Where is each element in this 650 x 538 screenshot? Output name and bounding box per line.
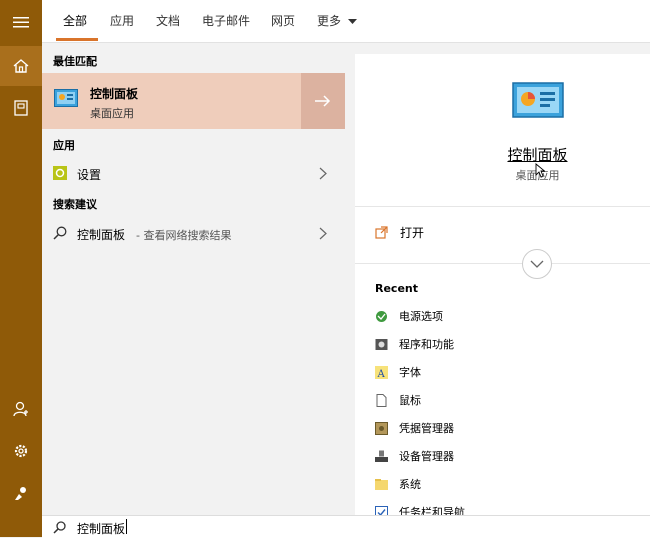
recent-item[interactable]: 鼠标	[375, 390, 421, 410]
settings-app-icon	[53, 166, 67, 180]
suggestions-heading: 搜索建议	[53, 198, 97, 211]
recent-item[interactable]: 系统	[375, 474, 421, 494]
app-item-label: 设置	[77, 168, 102, 182]
control-panel-icon	[54, 89, 78, 107]
best-match-item[interactable]: 控制面板 桌面应用	[42, 73, 345, 129]
chevron-down-icon	[530, 260, 544, 268]
tab-more[interactable]: 更多	[317, 12, 357, 29]
open-icon	[375, 225, 388, 239]
expand-button[interactable]	[522, 249, 552, 279]
chevron-down-icon	[347, 19, 357, 24]
open-details-button[interactable]	[301, 73, 345, 129]
svg-text:A: A	[377, 369, 386, 379]
divider	[355, 263, 650, 264]
notebook-button[interactable]	[0, 88, 42, 128]
search-input[interactable]: 控制面板	[77, 520, 125, 537]
best-match-heading: 最佳匹配	[53, 55, 97, 68]
fonts-icon: A	[375, 365, 388, 379]
tab-all[interactable]: 全部	[63, 12, 87, 29]
control-panel-large-icon	[512, 82, 564, 118]
suggestion-query: 控制面板	[77, 228, 126, 242]
results-pane: 最佳匹配 控制面板 桌面应用 应用 设置 搜索建议 控制面板 - 查看网络搜索结…	[42, 43, 345, 515]
tab-documents[interactable]: 文档	[156, 12, 180, 29]
feedback-icon	[15, 487, 26, 500]
text-caret	[126, 519, 127, 534]
tab-web[interactable]: 网页	[271, 12, 295, 29]
recent-item[interactable]: 设备管理器	[375, 446, 454, 466]
feedback-button[interactable]	[0, 473, 42, 513]
recent-item-label: 字体	[399, 366, 421, 379]
tab-more-label: 更多	[317, 14, 342, 28]
settings-button[interactable]	[0, 431, 42, 471]
recent-item-label: 鼠标	[399, 394, 421, 407]
gear-icon	[14, 444, 28, 458]
search-icon	[53, 226, 67, 240]
best-match-title: 控制面板	[90, 87, 139, 101]
recent-item[interactable]: 程序和功能	[375, 334, 454, 354]
recent-item[interactable]: 凭据管理器	[375, 418, 454, 438]
tab-email[interactable]: 电子邮件	[202, 12, 250, 29]
apps-heading: 应用	[53, 139, 75, 152]
home-icon	[13, 59, 29, 73]
details-pane: 控制面板 桌面应用 打开 Recent 电源选项 程序和功能 A 字体 鼠标 凭…	[355, 54, 650, 519]
open-label: 打开	[400, 225, 425, 240]
arrow-right-icon	[315, 95, 331, 107]
recent-item-label: 系统	[399, 478, 421, 491]
programs-features-icon	[375, 338, 388, 351]
chevron-right-icon	[319, 167, 327, 180]
device-manager-icon	[375, 450, 388, 463]
account-button[interactable]	[0, 389, 42, 429]
recent-item[interactable]: A 字体	[375, 362, 421, 382]
hamburger-icon	[13, 17, 29, 28]
detail-subtitle: 桌面应用	[515, 169, 560, 182]
mouse-icon	[375, 393, 388, 407]
active-tab-indicator	[56, 38, 98, 41]
suggestion-hint: - 查看网络搜索结果	[136, 229, 232, 242]
recent-item-label: 电源选项	[399, 310, 443, 323]
detail-title[interactable]: 控制面板	[355, 144, 650, 165]
user-icon	[13, 401, 28, 417]
app-item-settings[interactable]: 设置	[42, 158, 345, 188]
search-icon	[53, 521, 66, 534]
web-suggestion-item[interactable]: 控制面板 - 查看网络搜索结果	[42, 218, 345, 248]
chevron-right-icon	[319, 227, 327, 240]
credential-manager-icon	[375, 421, 388, 435]
mouse-cursor-icon	[535, 163, 545, 178]
best-match-subtitle: 桌面应用	[90, 107, 134, 120]
recent-heading: Recent	[375, 282, 419, 295]
power-options-icon	[375, 310, 388, 323]
start-rail	[0, 0, 42, 537]
notebook-icon	[14, 100, 28, 116]
search-tabs: 全部 应用 文档 电子邮件 网页 更多	[42, 0, 650, 43]
open-action[interactable]: 打开	[375, 222, 645, 242]
system-folder-icon	[375, 478, 388, 491]
menu-button[interactable]	[0, 2, 42, 42]
home-button[interactable]	[0, 46, 42, 86]
recent-item[interactable]: 电源选项	[375, 306, 443, 326]
divider	[355, 206, 650, 207]
recent-item-label: 程序和功能	[399, 338, 454, 351]
search-box[interactable]: 控制面板	[42, 515, 650, 538]
tab-apps[interactable]: 应用	[110, 12, 134, 29]
recent-item-label: 设备管理器	[399, 450, 454, 463]
recent-item-label: 凭据管理器	[399, 422, 454, 435]
